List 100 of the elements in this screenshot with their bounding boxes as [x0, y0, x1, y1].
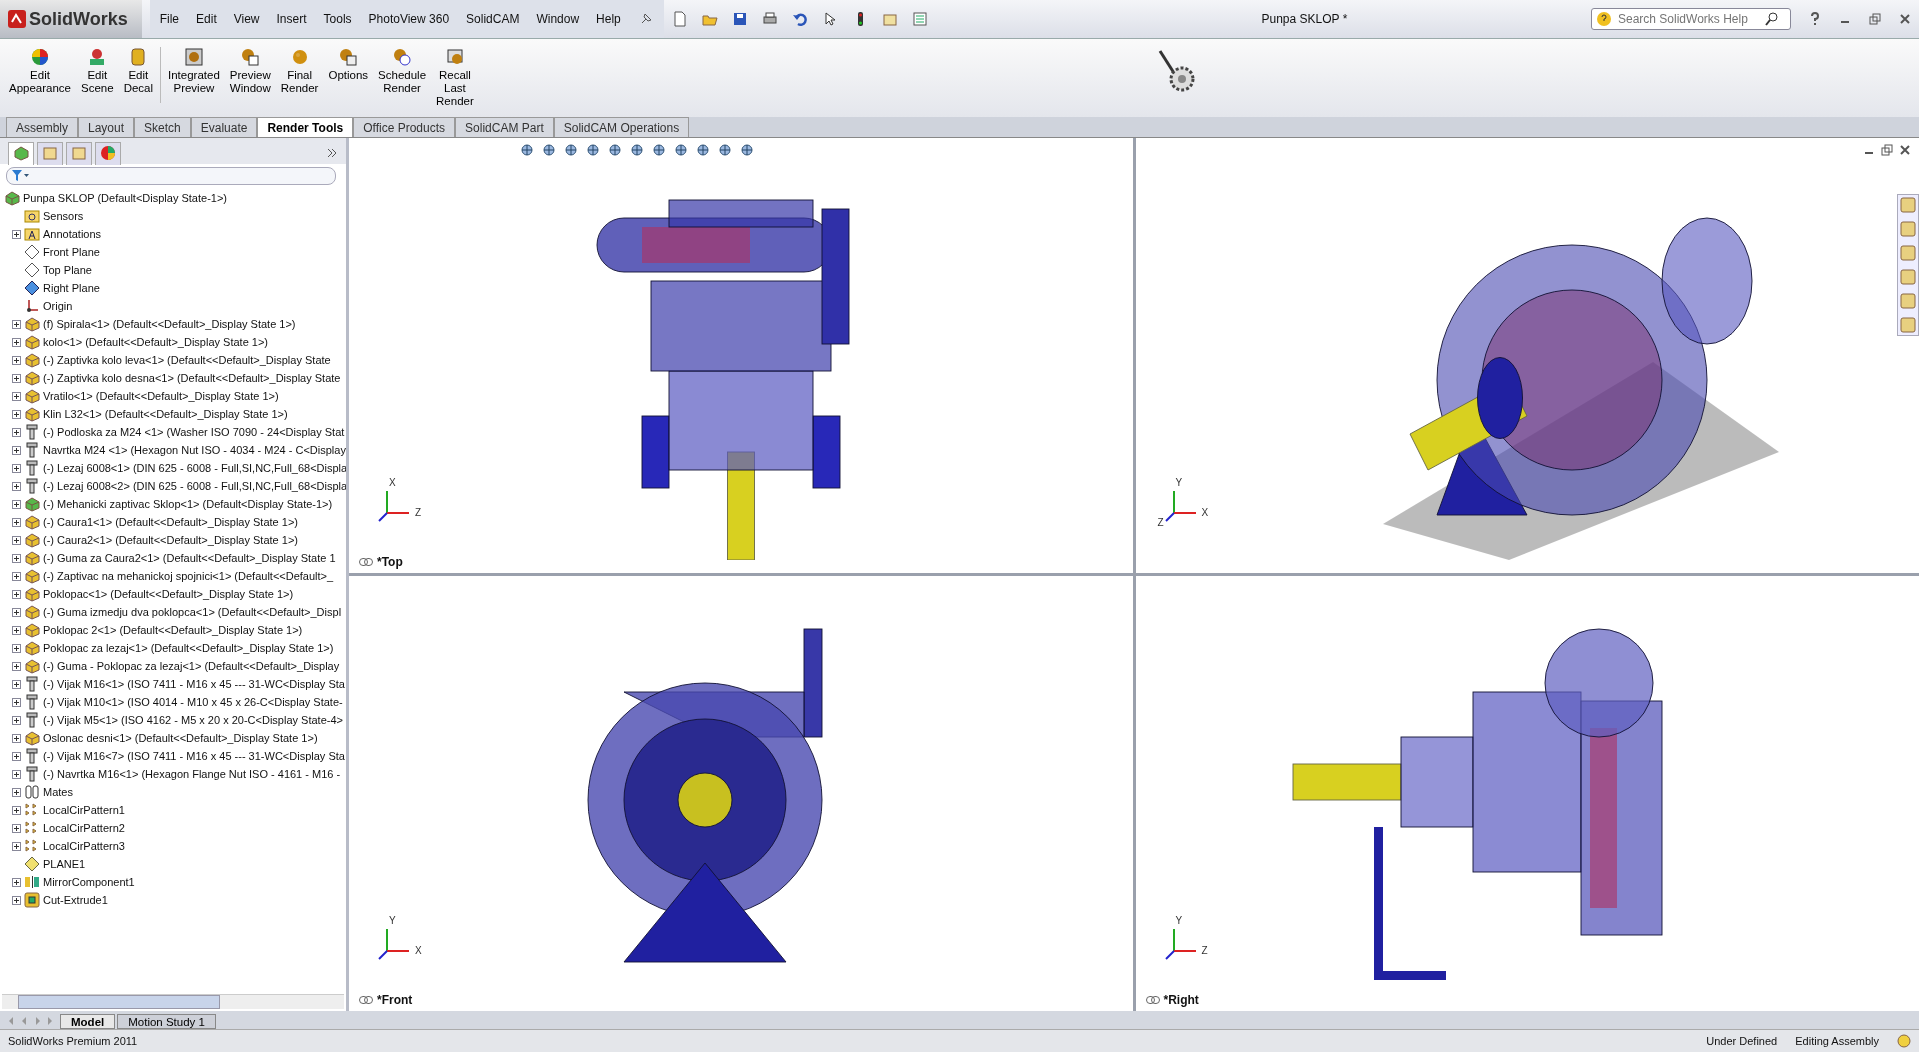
tree-item[interactable]: Mates — [43, 786, 73, 798]
ribbon-button[interactable]: Edit Scene — [78, 47, 117, 95]
expand-icon[interactable] — [12, 571, 21, 581]
ribbon-tab[interactable]: Layout — [78, 117, 135, 137]
expand-icon[interactable] — [12, 229, 21, 239]
tree-item[interactable]: (-) Guma izmedju dva poklopca<1> (Default<<Default>_Displ — [43, 606, 342, 618]
appearance-tab-icon[interactable] — [100, 144, 116, 161]
expand-icon[interactable] — [12, 535, 21, 545]
expand-icon[interactable] — [12, 553, 21, 563]
menu-item[interactable]: PhotoView 360 — [368, 12, 450, 26]
tree-item[interactable]: (-) Mehanicki zaptivac Sklop<1> (Default<Display State-1>) — [43, 498, 333, 510]
print-icon[interactable] — [761, 11, 778, 27]
tree-item[interactable]: (-) Navrtka M16<1> (Hexagon Flange Nut ISO - 4161 - M16 - — [43, 768, 341, 780]
ribbon-button[interactable]: Recall Last Render — [433, 47, 477, 108]
tree-item[interactable]: (-) Caura1<1> (Default<<Default>_Display State 1>) — [43, 516, 298, 528]
rebuild-icon[interactable] — [1897, 1034, 1911, 1048]
save-icon[interactable] — [731, 11, 748, 27]
tree-item[interactable]: Annotations — [43, 228, 102, 240]
close-icon[interactable] — [1899, 144, 1911, 156]
tree-item[interactable]: (-) Caura2<1> (Default<<Default>_Display State 1>) — [43, 534, 298, 546]
expand-icon[interactable] — [12, 589, 21, 599]
menu-item[interactable]: Edit — [196, 12, 217, 26]
expand-icon[interactable] — [12, 355, 21, 365]
ribbon-tab[interactable]: SolidCAM Operations — [553, 117, 690, 137]
tree-item[interactable]: kolo<1> (Default<<Default>_Display State 1>) — [43, 336, 269, 348]
tree-item[interactable]: (-) Guma za Caura2<1> (Default<<Default>_Display State 1 — [43, 552, 336, 564]
tree-item[interactable]: Vratilo<1> (Default<<Default>_Display State 1>) — [43, 390, 279, 402]
expand-icon[interactable] — [12, 841, 21, 851]
tree-item[interactable]: LocalCirPattern2 — [43, 822, 125, 834]
tree-item[interactable]: (-) Zaptivka kolo leva<1> (Default<<Default>_Display State — [43, 354, 331, 366]
tree-item[interactable]: LocalCirPattern3 — [43, 840, 125, 852]
expand-icon[interactable] — [12, 391, 21, 401]
expand-icon[interactable] — [12, 499, 21, 509]
tree-item[interactable]: MirrorComponent1 — [43, 876, 135, 888]
ribbon-tab[interactable]: Office Products — [353, 117, 456, 137]
ribbon-button[interactable]: Edit Appearance — [6, 47, 74, 95]
tree-item[interactable]: (-) Vijak M16<7> (ISO 7411 - M16 x 45 --- 31-WC<Display Sta — [43, 750, 345, 762]
close-icon[interactable] — [1899, 13, 1911, 25]
menu-item[interactable]: Insert — [276, 12, 307, 26]
expand-icon[interactable] — [12, 463, 21, 473]
ribbon-button[interactable]: Schedule Render — [375, 47, 430, 95]
expand-icon[interactable] — [12, 409, 21, 419]
ribbon-tab[interactable]: Evaluate — [190, 117, 258, 137]
model-tab[interactable]: Model — [60, 1014, 116, 1029]
expand-icon[interactable] — [12, 877, 21, 887]
new-document-icon[interactable] — [671, 11, 688, 27]
search-field[interactable]: Search SolidWorks Help — [1591, 8, 1791, 30]
tree-item[interactable]: (-) Zaptivka kolo desna<1> (Default<<Default>_Display State — [43, 372, 341, 384]
expand-icon[interactable] — [12, 445, 21, 455]
undo-icon[interactable] — [791, 11, 808, 27]
horizontal-scrollbar[interactable] — [2, 994, 344, 1009]
ribbon-tab[interactable]: Render Tools — [257, 117, 354, 137]
menu-item[interactable]: View — [233, 12, 260, 26]
expand-icon[interactable] — [12, 607, 21, 617]
options-list-icon[interactable] — [911, 11, 928, 27]
help-menu-icon[interactable] — [1809, 12, 1821, 26]
expand-icon[interactable] — [12, 679, 21, 689]
ribbon-tab[interactable]: SolidCAM Part — [455, 117, 554, 137]
tree-item[interactable]: Navrtka M24 <1> (Hexagon Nut ISO - 4034 - M24 - C<Display — [43, 444, 346, 456]
tree-item[interactable]: Klin L32<1> (Default<<Default>_Display State 1>) — [43, 408, 288, 420]
viewport-pane[interactable]: Y X *Front — [349, 576, 1133, 1011]
expand-icon[interactable] — [12, 517, 21, 527]
ribbon-button[interactable]: Preview Window — [226, 47, 274, 95]
tree-item[interactable]: Poklopac 2<1> (Default<<Default>_Display State 1>) — [43, 624, 303, 636]
expand-icon[interactable] — [12, 751, 21, 761]
ribbon-tab[interactable]: Sketch — [134, 117, 191, 137]
expand-icon[interactable] — [12, 895, 21, 905]
menu-item[interactable]: Window — [536, 12, 580, 26]
menu-item[interactable]: SolidCAM — [466, 12, 520, 26]
expand-icon[interactable] — [12, 481, 21, 491]
menu-item[interactable]: Tools — [323, 12, 352, 26]
tree-item[interactable]: Sensors — [43, 210, 84, 222]
ribbon-button[interactable]: Edit Decal — [120, 47, 157, 95]
expand-icon[interactable] — [12, 769, 21, 779]
tree-item[interactable]: (-) Zaptivac na mehanickoj spojnici<1> (Default<<Default>_ — [43, 570, 334, 582]
ribbon-button[interactable]: Options — [325, 47, 372, 82]
feature-tree-tab-icon[interactable] — [13, 144, 29, 161]
expand-icon[interactable] — [12, 427, 21, 437]
tree-item[interactable]: Oslonac desni<1> (Default<<Default>_Display State 1>) — [43, 732, 318, 744]
tree-item[interactable]: Cut-Extrude1 — [43, 894, 108, 906]
expand-icon[interactable] — [12, 805, 21, 815]
menu-item[interactable]: File — [159, 12, 180, 26]
tree-item[interactable]: Origin — [43, 300, 73, 312]
tree-item[interactable]: Poklopac<1> (Default<<Default>_Display State 1>) — [43, 588, 294, 600]
expand-icon[interactable] — [12, 787, 21, 797]
expand-icon[interactable] — [12, 643, 21, 653]
tree-item[interactable]: LocalCirPattern1 — [43, 804, 125, 816]
viewport-pane[interactable]: Y Z *Right — [1135, 576, 1919, 1011]
restore-icon[interactable] — [1881, 144, 1893, 156]
viewport-pane[interactable]: X Z *Top — [349, 138, 1133, 573]
expand-icon[interactable] — [12, 733, 21, 743]
tree-item[interactable]: Top Plane — [43, 264, 92, 276]
tree-item[interactable]: Poklopac za lezaj<1> (Default<<Default>_Display State 1>) — [43, 642, 334, 654]
tree-item[interactable]: (f) Spirala<1> (Default<<Default>_Display State 1>) — [43, 318, 296, 330]
tree-item[interactable]: (-) Vijak M5<1> (ISO 4162 - M5 x 20 x 20-C<Display State-4> — [43, 714, 343, 726]
tree-item[interactable]: Front Plane — [43, 246, 100, 258]
expand-icon[interactable] — [12, 661, 21, 671]
tree-item[interactable]: (-) Vijak M10<1> (ISO 4014 - M10 x 45 x 26-C<Display State- — [43, 696, 343, 708]
expand-icon[interactable] — [12, 373, 21, 383]
expand-icon[interactable] — [12, 337, 21, 347]
